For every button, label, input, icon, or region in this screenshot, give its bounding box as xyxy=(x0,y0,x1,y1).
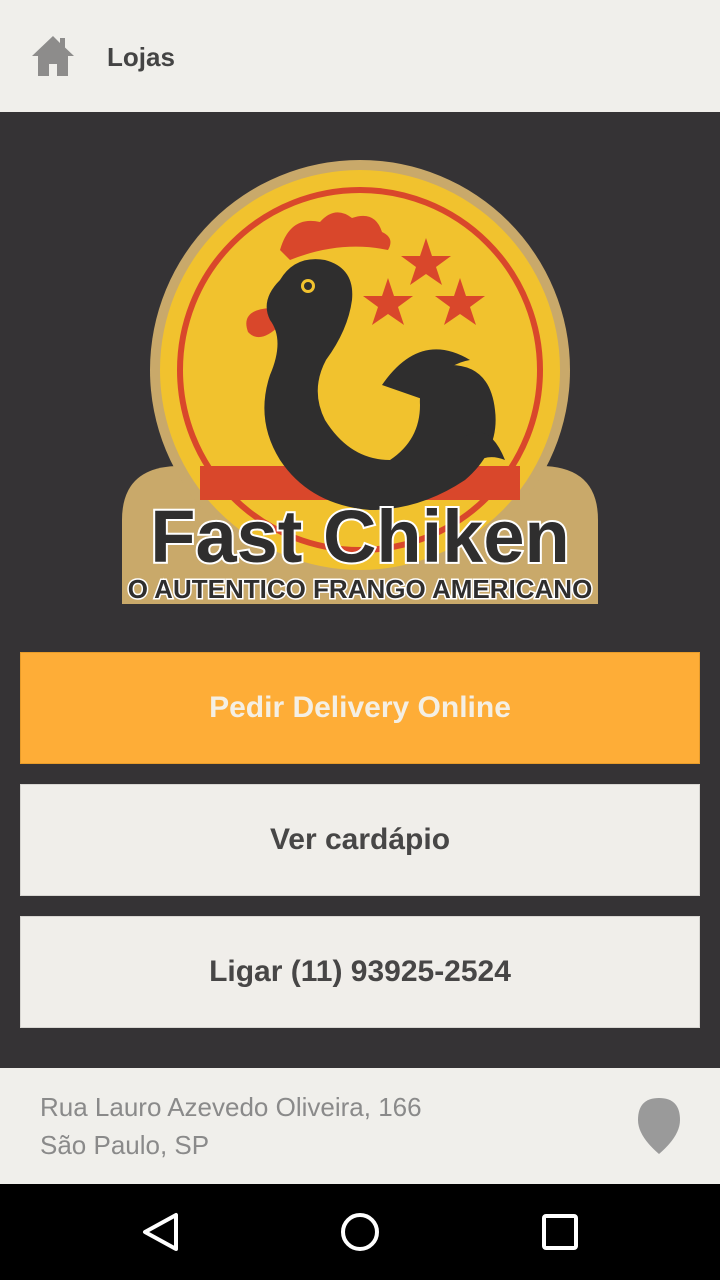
circle-home-icon[interactable] xyxy=(340,1212,380,1252)
app-bar: Lojas xyxy=(0,0,720,112)
recent-apps-icon[interactable] xyxy=(542,1214,578,1250)
view-menu-button[interactable]: Ver cardápio xyxy=(20,784,700,896)
fast-chiken-logo: Fast Chiken O AUTENTICO FRANGO AMERICANO xyxy=(122,160,598,604)
order-delivery-button[interactable]: Pedir Delivery Online xyxy=(20,652,700,764)
main-content: Fast Chiken O AUTENTICO FRANGO AMERICANO… xyxy=(0,112,720,1068)
back-icon[interactable] xyxy=(140,1212,182,1252)
system-nav-bar xyxy=(0,1184,720,1280)
map-pin-icon[interactable] xyxy=(636,1096,682,1156)
call-store-button[interactable]: Ligar (11) 93925-2524 xyxy=(20,916,700,1028)
home-icon[interactable] xyxy=(30,34,76,78)
page-title: Lojas xyxy=(107,42,175,72)
logo-tagline-text: O AUTENTICO FRANGO AMERICANO xyxy=(128,574,593,604)
address-line-2: São Paulo, SP xyxy=(40,1130,210,1160)
logo-brand-text: Fast Chiken xyxy=(150,495,569,578)
address-line-1: Rua Lauro Azevedo Oliveira, 166 xyxy=(40,1092,422,1122)
store-address-bar[interactable]: Rua Lauro Azevedo Oliveira, 166 São Paul… xyxy=(0,1068,720,1184)
